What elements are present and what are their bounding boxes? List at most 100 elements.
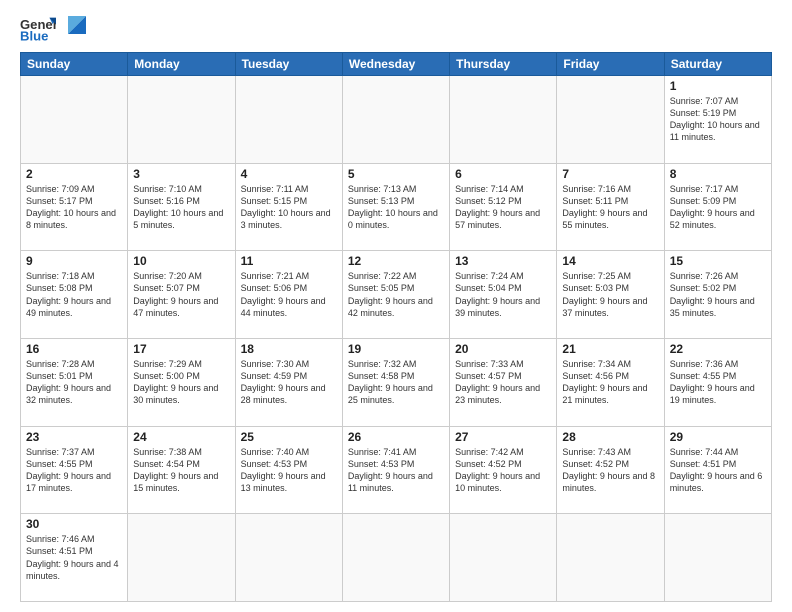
calendar-table: Sunday Monday Tuesday Wednesday Thursday… <box>20 52 772 602</box>
calendar-cell: 4Sunrise: 7:11 AM Sunset: 5:15 PM Daylig… <box>235 163 342 251</box>
calendar-cell <box>450 76 557 164</box>
calendar-cell: 6 Sunrise: 7:14 AM Sunset: 5:12 PM Daylig… <box>450 163 557 251</box>
day-info: Sunrise: 7:21 AM Sunset: 5:06 PM Dayligh… <box>241 270 337 319</box>
calendar-cell: 20 Sunrise: 7:33 AM Sunset: 4:57 PM Dayli… <box>450 338 557 426</box>
calendar-cell: 25 Sunrise: 7:40 AM Sunset: 4:53 PM Dayli… <box>235 426 342 514</box>
day-number: 8 <box>670 167 766 181</box>
header: General Blue <box>20 16 772 44</box>
day-info: Sunrise: 7:38 AM Sunset: 4:54 PM Dayligh… <box>133 446 229 495</box>
calendar-cell <box>21 76 128 164</box>
day-info: Sunrise: 7:25 AM Sunset: 5:03 PM Dayligh… <box>562 270 658 319</box>
calendar-cell <box>128 76 235 164</box>
day-info: Sunrise: 7:24 AM Sunset: 5:04 PM Dayligh… <box>455 270 551 319</box>
day-info: Sunrise: 7:36 AM Sunset: 4:55 PM Dayligh… <box>670 358 766 407</box>
calendar-cell: 30Sunrise: 7:46 AM Sunset: 4:51 PM Dayli… <box>21 514 128 602</box>
calendar-cell: 5Sunrise: 7:13 AM Sunset: 5:13 PM Daylig… <box>342 163 449 251</box>
day-info: Sunrise: 7:20 AM Sunset: 5:07 PM Dayligh… <box>133 270 229 319</box>
calendar-cell: 24 Sunrise: 7:38 AM Sunset: 4:54 PM Dayli… <box>128 426 235 514</box>
calendar-cell: 27Sunrise: 7:42 AM Sunset: 4:52 PM Dayli… <box>450 426 557 514</box>
day-info: Sunrise: 7:28 AM Sunset: 5:01 PM Dayligh… <box>26 358 122 407</box>
logo-icon: General Blue <box>20 16 56 44</box>
calendar-cell: 18Sunrise: 7:30 AM Sunset: 4:59 PM Dayli… <box>235 338 342 426</box>
calendar-cell: 2 Sunrise: 7:09 AM Sunset: 5:17 PM Daylig… <box>21 163 128 251</box>
calendar-cell <box>664 514 771 602</box>
header-wednesday: Wednesday <box>342 53 449 76</box>
day-info: Sunrise: 7:33 AM Sunset: 4:57 PM Dayligh… <box>455 358 551 407</box>
day-info: Sunrise: 7:09 AM Sunset: 5:17 PM Dayligh… <box>26 183 122 232</box>
day-number: 19 <box>348 342 444 356</box>
calendar-cell: 3 Sunrise: 7:10 AM Sunset: 5:16 PM Daylig… <box>128 163 235 251</box>
header-sunday: Sunday <box>21 53 128 76</box>
calendar-cell: 13 Sunrise: 7:24 AM Sunset: 5:04 PM Dayli… <box>450 251 557 339</box>
calendar-cell <box>450 514 557 602</box>
day-number: 29 <box>670 430 766 444</box>
day-number: 10 <box>133 254 229 268</box>
day-number: 26 <box>348 430 444 444</box>
calendar-cell <box>557 76 664 164</box>
day-info: Sunrise: 7:37 AM Sunset: 4:55 PM Dayligh… <box>26 446 122 495</box>
header-tuesday: Tuesday <box>235 53 342 76</box>
day-number: 21 <box>562 342 658 356</box>
header-saturday: Saturday <box>664 53 771 76</box>
calendar-cell: 19 Sunrise: 7:32 AM Sunset: 4:58 PM Dayli… <box>342 338 449 426</box>
page: General Blue Sunday Monday Tues <box>0 0 792 612</box>
calendar-cell: 8 Sunrise: 7:17 AM Sunset: 5:09 PM Daylig… <box>664 163 771 251</box>
calendar-cell <box>235 514 342 602</box>
day-info: Sunrise: 7:26 AM Sunset: 5:02 PM Dayligh… <box>670 270 766 319</box>
calendar-cell <box>342 76 449 164</box>
calendar-cell: 16 Sunrise: 7:28 AM Sunset: 5:01 PM Dayli… <box>21 338 128 426</box>
calendar-cell: 14 Sunrise: 7:25 AM Sunset: 5:03 PM Dayli… <box>557 251 664 339</box>
day-number: 12 <box>348 254 444 268</box>
day-info: Sunrise: 7:29 AM Sunset: 5:00 PM Dayligh… <box>133 358 229 407</box>
header-friday: Friday <box>557 53 664 76</box>
header-monday: Monday <box>128 53 235 76</box>
day-number: 20 <box>455 342 551 356</box>
day-number: 13 <box>455 254 551 268</box>
day-info: Sunrise: 7:07 AM Sunset: 5:19 PM Dayligh… <box>670 95 766 144</box>
calendar-cell: 9Sunrise: 7:18 AM Sunset: 5:08 PM Daylig… <box>21 251 128 339</box>
day-number: 24 <box>133 430 229 444</box>
day-number: 11 <box>241 254 337 268</box>
day-number: 16 <box>26 342 122 356</box>
day-number: 6 <box>455 167 551 181</box>
calendar-cell: 17Sunrise: 7:29 AM Sunset: 5:00 PM Dayli… <box>128 338 235 426</box>
day-info: Sunrise: 7:34 AM Sunset: 4:56 PM Dayligh… <box>562 358 658 407</box>
header-thursday: Thursday <box>450 53 557 76</box>
calendar-header-row: Sunday Monday Tuesday Wednesday Thursday… <box>21 53 772 76</box>
day-number: 27 <box>455 430 551 444</box>
day-number: 22 <box>670 342 766 356</box>
calendar-week-row: 30Sunrise: 7:46 AM Sunset: 4:51 PM Dayli… <box>21 514 772 602</box>
calendar-cell: 1 Sunrise: 7:07 AM Sunset: 5:19 PM Daylig… <box>664 76 771 164</box>
day-info: Sunrise: 7:17 AM Sunset: 5:09 PM Dayligh… <box>670 183 766 232</box>
day-info: Sunrise: 7:41 AM Sunset: 4:53 PM Dayligh… <box>348 446 444 495</box>
calendar-week-row: 23 Sunrise: 7:37 AM Sunset: 4:55 PM Dayli… <box>21 426 772 514</box>
day-number: 1 <box>670 79 766 93</box>
calendar-cell: 11 Sunrise: 7:21 AM Sunset: 5:06 PM Dayli… <box>235 251 342 339</box>
day-number: 15 <box>670 254 766 268</box>
calendar-cell: 21 Sunrise: 7:34 AM Sunset: 4:56 PM Dayli… <box>557 338 664 426</box>
calendar-cell: 22 Sunrise: 7:36 AM Sunset: 4:55 PM Dayli… <box>664 338 771 426</box>
logo: General Blue <box>20 16 86 44</box>
day-number: 25 <box>241 430 337 444</box>
day-info: Sunrise: 7:14 AM Sunset: 5:12 PM Dayligh… <box>455 183 551 232</box>
calendar-cell <box>557 514 664 602</box>
calendar-cell <box>128 514 235 602</box>
calendar-cell: 7Sunrise: 7:16 AM Sunset: 5:11 PM Daylig… <box>557 163 664 251</box>
day-number: 3 <box>133 167 229 181</box>
svg-text:Blue: Blue <box>20 29 48 44</box>
day-number: 9 <box>26 254 122 268</box>
day-info: Sunrise: 7:32 AM Sunset: 4:58 PM Dayligh… <box>348 358 444 407</box>
day-info: Sunrise: 7:46 AM Sunset: 4:51 PM Dayligh… <box>26 533 122 582</box>
day-number: 14 <box>562 254 658 268</box>
calendar-cell <box>235 76 342 164</box>
day-info: Sunrise: 7:16 AM Sunset: 5:11 PM Dayligh… <box>562 183 658 232</box>
calendar-cell: 29Sunrise: 7:44 AM Sunset: 4:51 PM Dayli… <box>664 426 771 514</box>
day-info: Sunrise: 7:10 AM Sunset: 5:16 PM Dayligh… <box>133 183 229 232</box>
day-info: Sunrise: 7:22 AM Sunset: 5:05 PM Dayligh… <box>348 270 444 319</box>
day-info: Sunrise: 7:30 AM Sunset: 4:59 PM Dayligh… <box>241 358 337 407</box>
day-number: 2 <box>26 167 122 181</box>
calendar-cell: 10 Sunrise: 7:20 AM Sunset: 5:07 PM Dayli… <box>128 251 235 339</box>
day-number: 23 <box>26 430 122 444</box>
day-info: Sunrise: 7:40 AM Sunset: 4:53 PM Dayligh… <box>241 446 337 495</box>
calendar-cell: 15 Sunrise: 7:26 AM Sunset: 5:02 PM Dayli… <box>664 251 771 339</box>
